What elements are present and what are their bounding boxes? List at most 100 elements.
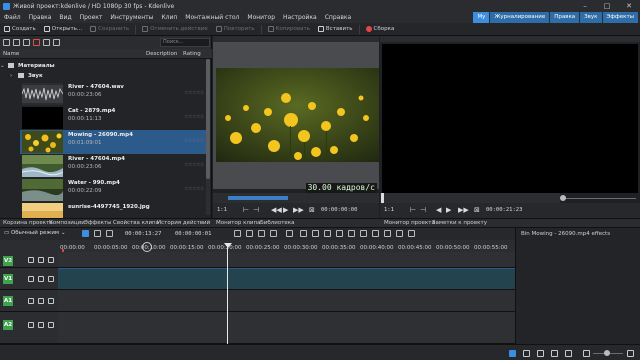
close-icon[interactable]: ✕ xyxy=(618,0,640,12)
zoom-out-icon[interactable] xyxy=(583,350,590,357)
column-name[interactable]: Name xyxy=(3,49,19,59)
rewind-icon[interactable]: ◀◀ xyxy=(271,206,282,214)
mute-icon[interactable] xyxy=(38,322,44,328)
timeline-preview-icon[interactable] xyxy=(509,350,516,357)
zoom-in-icon[interactable] xyxy=(348,230,355,237)
razor-tool-icon[interactable] xyxy=(94,230,101,237)
timeline-playhead-handle[interactable] xyxy=(224,243,232,248)
column-rating[interactable]: Rating xyxy=(183,49,201,59)
track-lane-a2[interactable] xyxy=(58,312,515,344)
speaker-icon[interactable] xyxy=(28,298,34,304)
thumbnail-icon[interactable] xyxy=(537,350,544,357)
track-lane-v2[interactable] xyxy=(58,252,515,268)
tab-library[interactable]: Библиотека xyxy=(260,219,294,228)
clip-rating[interactable]: ☆☆☆☆☆ xyxy=(184,114,204,120)
clip-rating[interactable]: ☆☆☆☆☆ xyxy=(184,138,204,144)
slider-knob[interactable] xyxy=(560,195,566,201)
save-button[interactable]: Сохранить xyxy=(86,23,133,36)
timeline-playhead[interactable] xyxy=(227,244,228,350)
lock-icon[interactable] xyxy=(48,298,54,304)
clip-timecode[interactable]: 00:00:00:00 xyxy=(321,207,357,213)
tab-effects[interactable]: Эффекты xyxy=(84,219,112,228)
zoom-fit-icon[interactable] xyxy=(565,350,572,357)
menu-clip[interactable]: Клип xyxy=(157,12,181,23)
zoom-out-icon[interactable] xyxy=(336,230,343,237)
bin-clip-row[interactable]: Cat - 2879.mp4 00:00:11:13 ☆☆☆☆☆ xyxy=(20,106,206,130)
spacer-tool-icon[interactable] xyxy=(106,230,113,237)
hide-track-icon[interactable] xyxy=(38,276,44,282)
layout-my[interactable]: My xyxy=(473,12,490,23)
audio-thumbs-icon[interactable] xyxy=(384,230,391,237)
menu-settings[interactable]: Настройка xyxy=(279,12,321,23)
delete-clip-icon[interactable] xyxy=(33,39,40,46)
forward-icon[interactable]: ▶▶ xyxy=(293,206,304,214)
edit-mode-select[interactable]: ▭ Обычный режим ⌄ xyxy=(4,230,65,236)
fullscreen-icon[interactable]: ⊠ xyxy=(309,206,315,214)
filter-icon[interactable] xyxy=(43,39,50,46)
insert-icon[interactable] xyxy=(234,230,241,237)
collapse-arrow-icon[interactable]: ⌄ xyxy=(0,62,8,71)
extract-icon[interactable] xyxy=(270,230,277,237)
hide-track-icon[interactable] xyxy=(38,257,44,263)
edit-icon[interactable] xyxy=(28,257,34,263)
layout-effects[interactable]: Эффекты xyxy=(602,12,638,23)
lift-icon[interactable] xyxy=(258,230,265,237)
tab-clip-properties[interactable]: Свойства клипа xyxy=(113,219,159,228)
zone-out-icon[interactable]: ⊣ xyxy=(420,206,426,214)
track-header-a1[interactable]: A1 xyxy=(0,290,58,312)
bin-clip-row[interactable]: Water - 990.mp4 00:00:22:09 ☆☆☆☆☆ xyxy=(20,178,206,202)
play-icon[interactable]: ▶ xyxy=(446,206,451,214)
create-button[interactable]: Создать xyxy=(0,23,40,36)
snap-icon[interactable] xyxy=(324,230,331,237)
zone-bar[interactable] xyxy=(228,196,288,200)
list-view-icon[interactable] xyxy=(523,350,530,357)
zone-in-icon[interactable]: ⊢ xyxy=(243,206,249,214)
tab-project-bin[interactable]: Корзина проекта xyxy=(3,219,53,228)
menu-project[interactable]: Проект xyxy=(76,12,107,23)
tab-project-monitor[interactable]: Монитор проекта xyxy=(384,219,435,228)
project-zoom-select[interactable]: 1:1 xyxy=(384,207,394,213)
fit-zoom-icon[interactable] xyxy=(360,230,367,237)
lock-icon[interactable] xyxy=(48,257,54,263)
folder-materials[interactable]: ⌄ Материалы xyxy=(0,62,206,71)
tab-project-notes[interactable]: Заметки к проекту xyxy=(432,219,487,228)
timeline-ruler[interactable]: 00:00:00 00:00:05:00 00:00:10:00 00:00:1… xyxy=(0,240,515,252)
layout-logging[interactable]: Журналирование xyxy=(490,12,550,23)
split-icon[interactable] xyxy=(312,230,319,237)
column-description[interactable]: Description xyxy=(146,49,177,59)
rewind-icon[interactable]: ◀ xyxy=(436,206,441,214)
menu-view[interactable]: Вид xyxy=(55,12,75,23)
scrollbar-thumb[interactable] xyxy=(206,59,210,179)
menu-help[interactable]: Справка xyxy=(321,12,355,23)
more-options-icon[interactable] xyxy=(408,230,415,237)
menu-timeline[interactable]: Монтажный стол xyxy=(181,12,243,23)
clip-rating[interactable]: ☆☆☆☆☆ xyxy=(184,90,204,96)
render-button[interactable]: Сборка xyxy=(362,23,399,36)
track-header-a2[interactable]: A2 xyxy=(0,312,58,344)
bin-clip-row[interactable]: River - 47604.wav 00:00:23:06 ☆☆☆☆☆ xyxy=(20,82,206,106)
lock-icon[interactable] xyxy=(48,322,54,328)
add-folder-icon[interactable] xyxy=(23,39,30,46)
add-clip-icon[interactable] xyxy=(13,39,20,46)
track-header-v2[interactable]: V2 ⌄ xyxy=(0,252,58,268)
view-mode-icon[interactable] xyxy=(3,39,10,46)
bin-clip-row-selected[interactable]: Mowing - 26090.mp4 00:01:09:01 ☆☆☆☆☆ xyxy=(20,130,206,154)
forward-icon[interactable]: ▶▶ xyxy=(458,206,469,214)
bin-search-input[interactable]: Поиск... xyxy=(160,38,210,47)
add-marker-icon[interactable] xyxy=(300,230,307,237)
split-audio-icon[interactable] xyxy=(551,350,558,357)
tab-clip-monitor[interactable]: Монитор клипа xyxy=(216,219,260,228)
speaker-icon[interactable] xyxy=(28,322,34,328)
menu-file[interactable]: Файл xyxy=(0,12,25,23)
bin-clip-row[interactable]: sunrise-4497745_1920.jpg xyxy=(20,202,206,218)
project-preview[interactable] xyxy=(382,44,638,193)
zoom-slider-knob[interactable] xyxy=(604,350,610,356)
expand-arrow-icon[interactable]: › xyxy=(10,72,18,81)
folder-audio[interactable]: › Звук xyxy=(10,72,206,81)
paste-button[interactable]: Вставить xyxy=(314,23,357,36)
track-lane-v1[interactable] xyxy=(58,268,515,290)
copy-button[interactable]: Копировать xyxy=(264,23,314,36)
track-label[interactable]: A1 xyxy=(3,296,13,306)
clip-preview-image[interactable] xyxy=(216,68,379,162)
clip-zoom-select[interactable]: 1:1 xyxy=(217,207,227,213)
